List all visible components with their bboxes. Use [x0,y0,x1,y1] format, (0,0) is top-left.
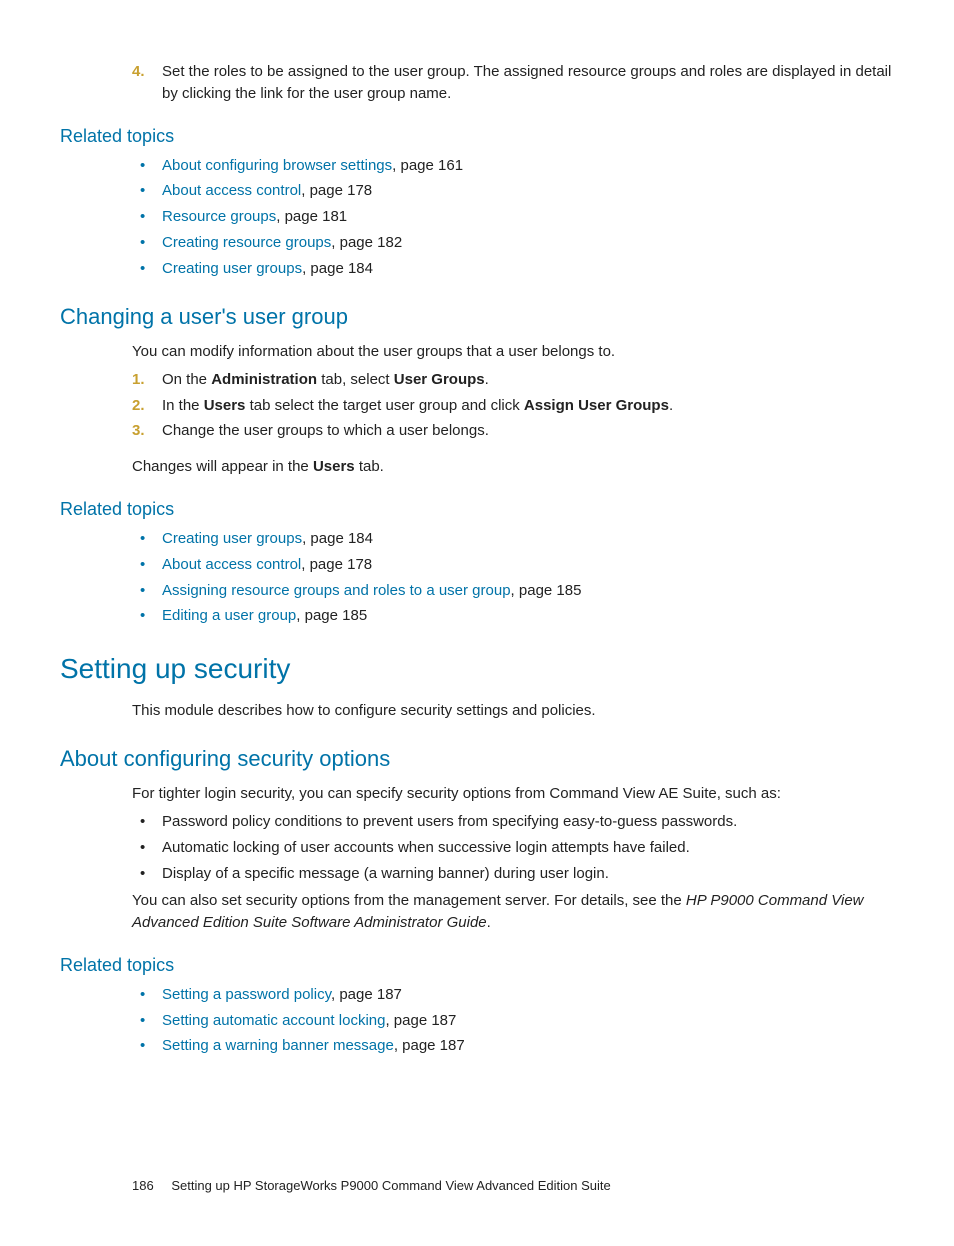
text-frag: tab select the target user group and cli… [245,397,524,414]
text-frag: On the [162,371,211,388]
heading-configuring-security: About configuring security options [60,743,894,775]
bold-user-groups: User Groups [394,371,485,388]
step-text: Set the roles to be assigned to the user… [162,63,891,102]
related-link-item: Creating user groups, page 184 [132,258,894,280]
link-suffix: , page 178 [301,556,372,573]
security-options-list: Password policy conditions to prevent us… [132,811,894,884]
link-suffix: , page 161 [392,157,463,174]
text-frag: . [669,397,673,414]
text-frag: You can also set security options from t… [132,892,686,909]
related-link-item: About access control, page 178 [132,554,894,576]
related-topics-heading-3: Related topics [60,952,894,978]
outro-changing-user-group: Changes will appear in the Users tab. [132,456,894,478]
steps-changing-user-group: 1. On the Administration tab, select Use… [132,369,894,442]
step-1: 1. On the Administration tab, select Use… [132,369,894,391]
link-suffix: , page 187 [331,986,402,1003]
related-link-item: Setting a password policy, page 187 [132,984,894,1006]
related-topics-list-1: About configuring browser settings, page… [132,155,894,280]
link-warning-banner[interactable]: Setting a warning banner message [162,1037,394,1054]
link-account-locking[interactable]: Setting automatic account locking [162,1012,385,1029]
text-frag: tab, select [317,371,394,388]
related-link-item: Creating resource groups, page 182 [132,232,894,254]
link-password-policy[interactable]: Setting a password policy [162,986,331,1003]
link-creating-user-groups[interactable]: Creating user groups [162,260,302,277]
step-number: 1. [132,369,145,391]
related-link-item: About configuring browser settings, page… [132,155,894,177]
step-number: 4. [132,61,145,83]
bold-users-tab: Users [313,458,355,475]
related-link-item: Setting a warning banner message, page 1… [132,1035,894,1057]
link-suffix: , page 187 [394,1037,465,1054]
bold-users: Users [204,397,246,414]
link-assigning-resource-groups[interactable]: Assigning resource groups and roles to a… [162,582,511,599]
link-access-control[interactable]: About access control [162,182,301,199]
link-suffix: , page 182 [331,234,402,251]
intro-changing-user-group: You can modify information about the use… [132,341,894,363]
text-frag: . [487,914,491,931]
bold-assign-user-groups: Assign User Groups [524,397,669,414]
related-topics-heading-2: Related topics [60,496,894,522]
step-4: 4. Set the roles to be assigned to the u… [132,61,894,105]
link-suffix: , page 184 [302,260,373,277]
text-frag: tab. [355,458,384,475]
intro-setting-up-security: This module describes how to configure s… [132,700,894,722]
heading-changing-user-group: Changing a user's user group [60,301,894,333]
link-browser-settings[interactable]: About configuring browser settings [162,157,392,174]
related-link-item: Creating user groups, page 184 [132,528,894,550]
related-link-item: Assigning resource groups and roles to a… [132,580,894,602]
step-2: 2. In the Users tab select the target us… [132,395,894,417]
related-link-item: About access control, page 178 [132,180,894,202]
outro-configuring-security: You can also set security options from t… [132,890,894,934]
step-number: 3. [132,420,145,442]
intro-configuring-security: For tighter login security, you can spec… [132,783,894,805]
page-number: 186 [132,1178,154,1193]
step-list-top: 4. Set the roles to be assigned to the u… [132,61,894,105]
text-frag: Changes will appear in the [132,458,313,475]
footer-text: Setting up HP StorageWorks P9000 Command… [171,1178,610,1193]
link-suffix: , page 185 [296,607,367,624]
text-frag: Change the user groups to which a user b… [162,422,489,439]
link-editing-user-group[interactable]: Editing a user group [162,607,296,624]
related-link-item: Editing a user group, page 185 [132,605,894,627]
heading-setting-up-security: Setting up security [60,649,894,690]
related-topics-heading-1: Related topics [60,123,894,149]
related-topics-list-2: Creating user groups, page 184 About acc… [132,528,894,627]
related-link-item: Setting automatic account locking, page … [132,1010,894,1032]
link-suffix: , page 181 [276,208,347,225]
link-suffix: , page 187 [385,1012,456,1029]
page-footer: 186 Setting up HP StorageWorks P9000 Com… [132,1177,894,1196]
text-frag: . [485,371,489,388]
related-link-item: Resource groups, page 181 [132,206,894,228]
bold-administration: Administration [211,371,317,388]
link-suffix: , page 184 [302,530,373,547]
link-suffix: , page 185 [511,582,582,599]
list-item: Password policy conditions to prevent us… [132,811,894,833]
link-creating-resource-groups[interactable]: Creating resource groups [162,234,331,251]
list-item: Display of a specific message (a warning… [132,863,894,885]
list-item: Automatic locking of user accounts when … [132,837,894,859]
link-creating-user-groups-2[interactable]: Creating user groups [162,530,302,547]
link-resource-groups[interactable]: Resource groups [162,208,276,225]
link-suffix: , page 178 [301,182,372,199]
related-topics-list-3: Setting a password policy, page 187 Sett… [132,984,894,1057]
link-access-control-2[interactable]: About access control [162,556,301,573]
text-frag: In the [162,397,204,414]
step-3: 3. Change the user groups to which a use… [132,420,894,442]
step-number: 2. [132,395,145,417]
